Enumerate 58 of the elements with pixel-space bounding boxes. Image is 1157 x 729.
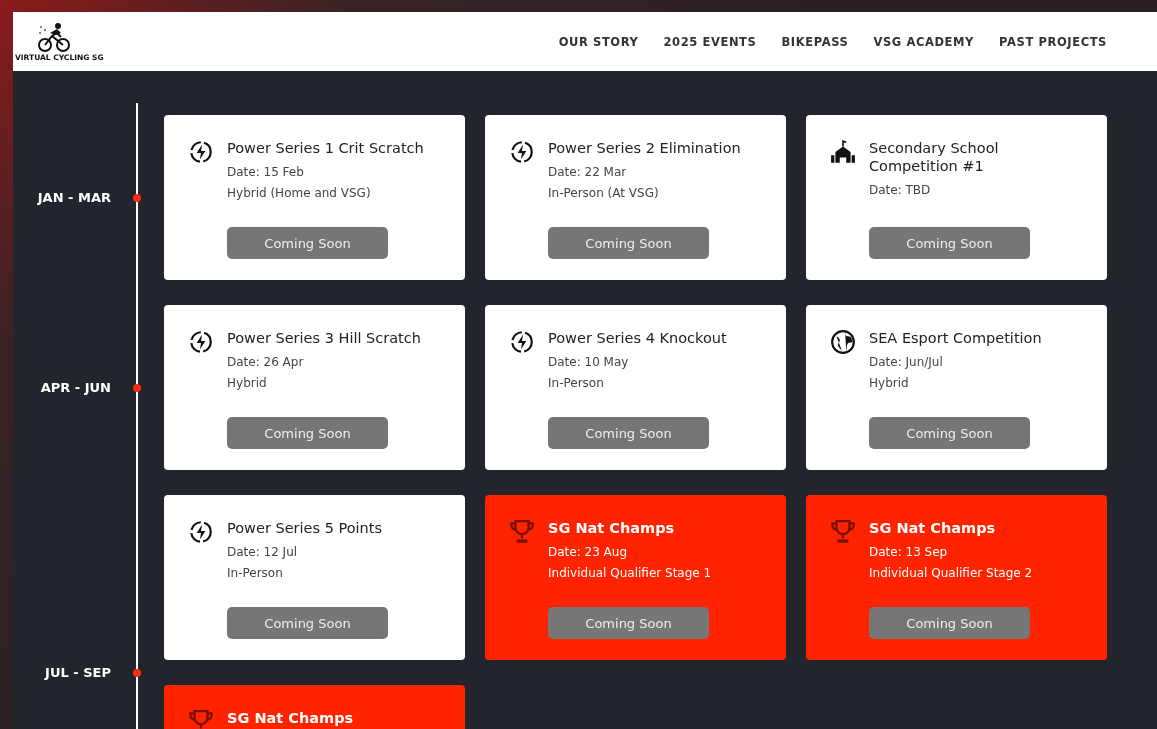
period-label: JUL - SEP (45, 665, 111, 680)
event-detail: Date: 10 May (548, 354, 629, 371)
event-detail: In-Person (At VSG) (548, 185, 659, 202)
coming-soon-button[interactable]: Coming Soon (869, 227, 1030, 259)
event-title: SG Nat Champs (227, 709, 354, 727)
coming-soon-button[interactable]: Coming Soon (548, 227, 709, 259)
lightning-cycle-icon (188, 139, 214, 165)
event-detail: Hybrid (Home and VSG) (227, 185, 371, 202)
event-title: SG Nat Champs (548, 519, 675, 537)
event-detail: Hybrid (227, 375, 267, 392)
lightning-cycle-icon (188, 329, 214, 355)
coming-soon-button[interactable]: Coming Soon (869, 417, 1030, 449)
globe-icon (830, 329, 856, 355)
lightning-cycle-icon (188, 519, 214, 545)
nav-link[interactable]: OUR STORY (558, 34, 639, 49)
coming-soon-button[interactable]: Coming Soon (227, 417, 388, 449)
event-title: Secondary School Competition #1 (869, 139, 1000, 175)
event-title: SG Nat Champs (869, 519, 996, 537)
nav-link[interactable]: PAST PROJECTS (999, 34, 1107, 49)
event-detail: Hybrid (869, 375, 909, 392)
nav-link[interactable]: 2025 EVENTS (663, 34, 757, 49)
period-label: APR - JUN (40, 380, 111, 395)
trophy-icon (830, 519, 856, 545)
event-detail: Individual Qualifier Stage 1 (548, 565, 712, 582)
nav-link[interactable]: BIKEPASS (781, 34, 849, 49)
timeline-dot (133, 193, 141, 202)
event-title: Power Series 3 Hill Scratch (227, 329, 421, 347)
event-detail: Date: Jun/Jul (869, 354, 943, 371)
event-title: Power Series 4 Knockout (548, 329, 727, 347)
event-title: Power Series 1 Crit Scratch (227, 139, 424, 157)
event-detail: In-Person (227, 565, 283, 582)
trophy-icon (188, 709, 214, 729)
coming-soon-button[interactable]: Coming Soon (869, 607, 1030, 639)
event-detail: Date: 15 Feb (227, 164, 304, 181)
event-detail: Date: 23 Aug (548, 544, 628, 561)
event-title: SEA Esport Competition (869, 329, 1042, 347)
coming-soon-button[interactable]: Coming Soon (227, 227, 388, 259)
cyclist-logo-icon (37, 21, 71, 53)
event-detail: Date: 26 Apr (227, 354, 304, 371)
trophy-icon (509, 519, 535, 545)
lightning-cycle-icon (509, 329, 535, 355)
coming-soon-button[interactable]: Coming Soon (548, 417, 709, 449)
event-detail: Date: 13 Sep (869, 544, 948, 561)
timeline-dot (133, 668, 141, 677)
event-detail: In-Person (548, 375, 604, 392)
coming-soon-button[interactable]: Coming Soon (227, 607, 388, 639)
event-detail: Date: 22 Mar (548, 164, 627, 181)
event-title: Power Series 5 Points (227, 519, 383, 537)
event-detail: Individual Qualifier Stage 2 (869, 565, 1033, 582)
event-detail: Date: 12 Jul (227, 544, 298, 561)
lightning-cycle-icon (509, 139, 535, 165)
nav-link[interactable]: VSG ACADEMY (873, 34, 975, 49)
coming-soon-button[interactable]: Coming Soon (548, 607, 709, 639)
school-building-icon (830, 139, 856, 165)
event-title: Power Series 2 Elimination (548, 139, 741, 157)
event-detail: Date: TBD (869, 182, 931, 199)
timeline-dot (133, 383, 141, 392)
period-label: JAN - MAR (37, 190, 111, 205)
